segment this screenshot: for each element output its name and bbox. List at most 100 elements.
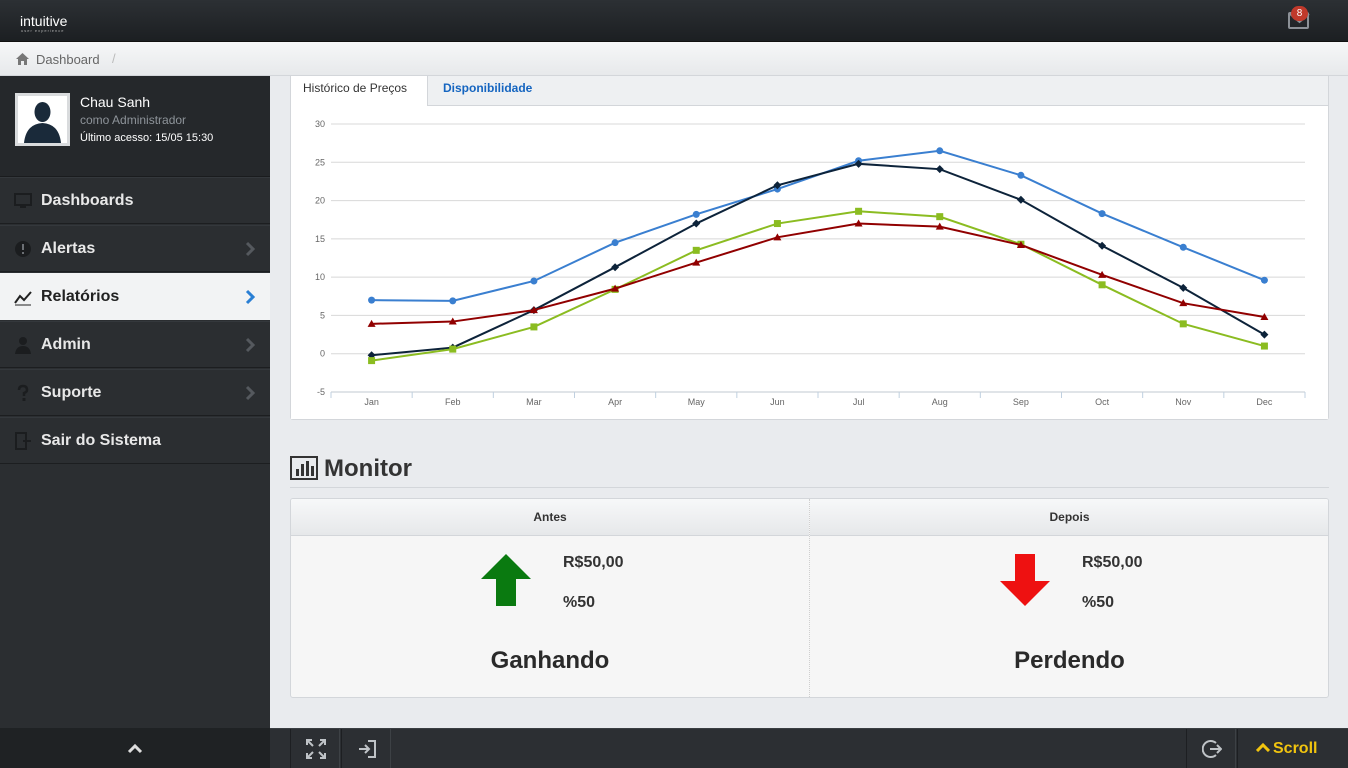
top-bar: intuitive user experience 8 [0, 0, 1348, 42]
data-point [1017, 171, 1025, 179]
user-profile: Chau Sanh como Administrador Último aces… [0, 76, 270, 177]
y-tick-label: 10 [315, 272, 325, 282]
monitor-after-percent: %50 [1082, 594, 1115, 611]
x-tick-label: Oct [1095, 397, 1110, 407]
breadcrumb-dashboard[interactable]: Dashboard [36, 52, 100, 67]
x-tick-label: Jan [364, 397, 379, 407]
sidebar-item-label: Alertas [41, 240, 96, 257]
data-point [368, 357, 376, 365]
monitor-before-header: Antes [291, 499, 809, 536]
logout-icon [15, 432, 31, 450]
data-point [530, 277, 538, 285]
chevron-up-icon[interactable] [127, 742, 143, 754]
chevron-right-icon [245, 241, 256, 257]
user-icon [15, 337, 31, 354]
sidebar-item-label: Dashboards [41, 192, 134, 209]
scroll-button[interactable]: Scroll [1237, 729, 1348, 768]
data-point [1260, 342, 1268, 350]
data-point [449, 345, 457, 353]
chevron-right-icon [245, 289, 256, 305]
sidebar-item-relatorios[interactable]: Relatórios [0, 273, 270, 320]
monitor-before: Antes R$50,00 %50 Ganhando [291, 499, 810, 697]
data-point [936, 147, 944, 155]
chart-line-icon [14, 291, 32, 306]
data-point [1098, 281, 1106, 289]
avatar[interactable] [15, 93, 70, 146]
x-tick-label: Jun [770, 397, 785, 407]
data-point [692, 246, 700, 254]
monitor-before-value: R$50,00 [563, 554, 624, 571]
question-icon [17, 384, 29, 401]
mail-count-badge: 8 [1291, 6, 1308, 21]
x-tick-label: Aug [932, 397, 948, 407]
y-tick-label: 15 [315, 234, 325, 244]
arrow-down-icon [1000, 554, 1050, 606]
brand-tagline: user experience [21, 28, 65, 33]
data-point [1098, 210, 1106, 218]
data-point [1260, 276, 1268, 284]
fullscreen-icon [306, 739, 326, 759]
x-tick-label: Nov [1175, 397, 1192, 407]
y-tick-label: 20 [315, 196, 325, 206]
sidebar-item-label: Relatórios [41, 288, 120, 305]
price-history-chart: -5 0 5 10 15 20 25 30 Jan Feb Mar Apr May Jun Jul Aug Se… [291, 106, 1328, 419]
breadcrumb-separator: / [112, 51, 116, 66]
chevron-right-icon [245, 337, 256, 353]
x-tick-label: Jul [853, 397, 865, 407]
brand-logo[interactable]: intuitive [20, 13, 67, 29]
data-point [855, 207, 863, 215]
breadcrumb: Dashboard / [0, 42, 1348, 76]
data-point [1179, 243, 1187, 251]
sidebar-item-dashboards[interactable]: Dashboards [0, 177, 270, 224]
sidebar-item-alertas[interactable]: Alertas [0, 225, 270, 272]
sidebar-item-sair[interactable]: Sair do Sistema [0, 417, 270, 464]
data-point [530, 323, 538, 331]
monitor-after: Depois R$50,00 %50 Perdendo [810, 499, 1328, 697]
monitor-panel: Antes R$50,00 %50 Ganhando Depois R$50,0… [290, 498, 1329, 698]
x-tick-label: Sep [1013, 397, 1029, 407]
chevron-up-icon [1256, 742, 1270, 752]
alert-icon [15, 241, 31, 257]
bar-chart-icon [290, 456, 318, 480]
y-tick-label: 25 [315, 157, 325, 167]
sidebar-item-suporte[interactable]: Suporte [0, 369, 270, 416]
sidebar-item-label: Admin [41, 336, 91, 353]
user-name: Chau Sanh [80, 94, 151, 110]
login-icon [359, 740, 376, 758]
data-point [773, 220, 781, 228]
fullscreen-button[interactable] [290, 729, 340, 768]
chevron-right-icon [245, 385, 256, 401]
main-content: Histórico de Preços Disponibilidade -5 0 5… [270, 76, 1348, 728]
monitor-icon [14, 193, 32, 208]
power-logout-icon [1202, 740, 1222, 758]
home-icon[interactable] [16, 53, 29, 65]
x-tick-label: May [688, 397, 706, 407]
monitor-heading: Monitor [290, 453, 1329, 488]
data-point [692, 210, 700, 218]
y-tick-label: 5 [320, 310, 325, 320]
sidebar-item-admin[interactable]: Admin [0, 321, 270, 368]
logout-button[interactable] [1186, 729, 1236, 768]
monitor-title: Monitor [324, 455, 412, 482]
monitor-after-state: Perdendo [1014, 647, 1125, 674]
sidebar-item-label: Sair do Sistema [41, 432, 162, 449]
tab-disponibilidade[interactable]: Disponibilidade [431, 76, 544, 107]
data-point [1179, 320, 1187, 328]
data-point [611, 239, 619, 247]
last-access: Último acesso: 15/05 15:30 [80, 132, 214, 144]
sidebar-item-label: Suporte [41, 384, 102, 401]
chart-tabs: Histórico de Preços Disponibilidade [291, 76, 1328, 107]
data-point [936, 213, 944, 221]
bottom-toolbar: Scroll [270, 728, 1348, 768]
user-role: como Administrador [80, 113, 187, 127]
y-tick-label: 0 [320, 349, 325, 359]
tab-historico-precos[interactable]: Histórico de Preços [291, 76, 428, 107]
arrow-up-icon [481, 554, 531, 606]
chart-background [291, 106, 1328, 419]
login-button[interactable] [341, 729, 391, 768]
x-tick-label: Dec [1256, 397, 1273, 407]
data-point [449, 297, 457, 305]
monitor-after-header: Depois [810, 499, 1328, 536]
data-point [368, 296, 376, 304]
scroll-label: Scroll [1273, 740, 1318, 757]
